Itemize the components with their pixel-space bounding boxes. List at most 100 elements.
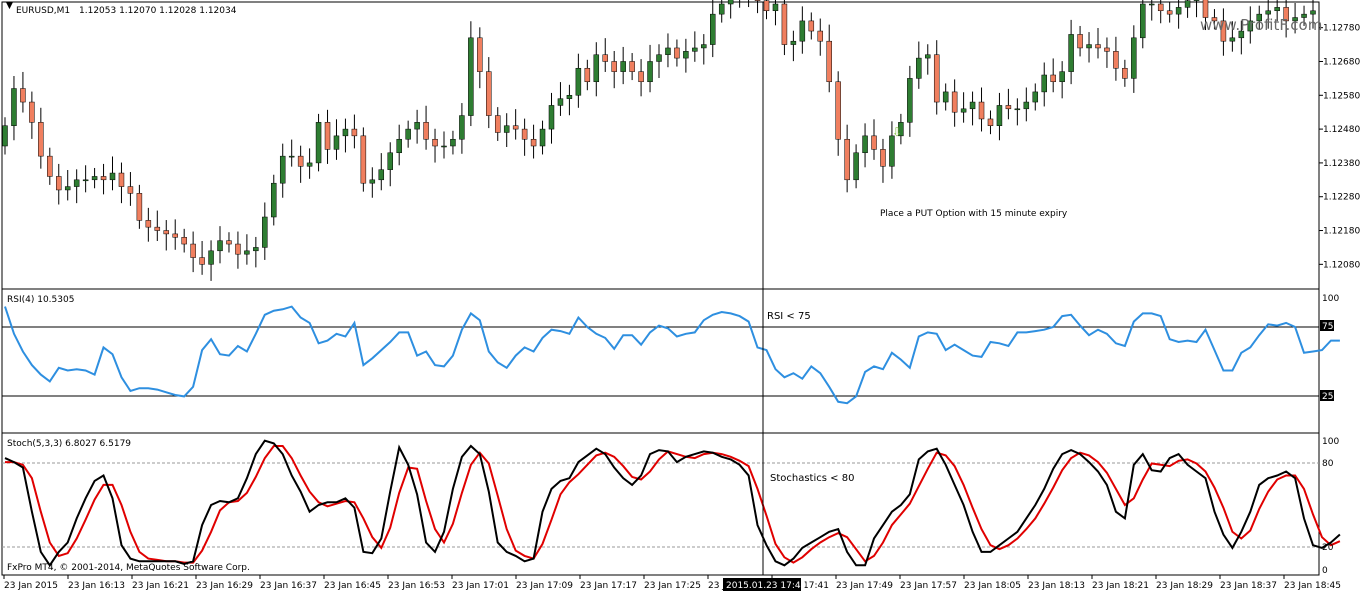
bear-candle xyxy=(674,47,680,59)
bull-candle xyxy=(1193,0,1200,1)
bull-candle xyxy=(315,122,322,164)
bull-candle xyxy=(253,247,259,252)
bear-candle xyxy=(602,54,608,62)
bear-candle xyxy=(1050,74,1056,83)
time-tick-label: 23 Jan 16:45 xyxy=(324,581,381,591)
bear-candle xyxy=(1005,105,1012,110)
bull-candle xyxy=(1148,3,1155,6)
bull-candle xyxy=(1310,10,1316,15)
bull-candle xyxy=(853,152,859,181)
bull-candle xyxy=(593,54,600,83)
price-tick-label: 1.12280 xyxy=(1323,193,1360,203)
bull-candle xyxy=(656,54,662,62)
stoch-tick-100: 100 xyxy=(1322,437,1339,447)
bull-candle xyxy=(1023,101,1030,110)
bull-candle xyxy=(1131,37,1137,79)
bear-candle xyxy=(835,81,841,140)
time-tick-label: 23 Jan 18:45 xyxy=(1284,581,1341,591)
rsi-tick-25: 25 xyxy=(1322,392,1333,402)
rsi-tick-75: 75 xyxy=(1322,322,1333,332)
bear-candle xyxy=(297,155,304,167)
bear-candle xyxy=(584,67,591,83)
bull-candle xyxy=(727,0,734,5)
time-tick-label: 23 Jan 18:37 xyxy=(1220,581,1277,591)
bull-candle xyxy=(91,176,98,181)
time-tick-label: 23 Jan 16:37 xyxy=(260,581,317,591)
bull-candle xyxy=(73,179,80,187)
bull-candle xyxy=(907,78,913,123)
bull-candle xyxy=(208,250,214,265)
bull-candle xyxy=(548,105,555,130)
bull-candle xyxy=(1229,37,1236,42)
bull-candle xyxy=(1014,108,1021,111)
bear-candle xyxy=(871,135,877,150)
bull-candle xyxy=(557,98,564,106)
time-tick-label: 23 Jan 16:13 xyxy=(68,581,125,591)
bear-candle xyxy=(521,128,528,140)
bear-candle xyxy=(423,122,429,140)
bear-candle xyxy=(1077,34,1083,49)
bull-candle xyxy=(772,3,779,12)
bull-candle xyxy=(710,13,716,45)
price-tick-label: 1.12680 xyxy=(1323,57,1360,67)
bull-candle xyxy=(1274,7,1280,12)
bear-candle xyxy=(29,101,35,123)
bull-candle xyxy=(575,67,582,96)
bull-candle xyxy=(1265,10,1271,15)
bear-candle xyxy=(808,20,815,32)
rsi-tick-100: 100 xyxy=(1322,294,1339,304)
bear-candle xyxy=(1166,10,1173,15)
bull-candle xyxy=(306,162,313,167)
trading-chart[interactable]: 1.12780 1.12680 1.12580 1.12480 1.12380 1.122… xyxy=(0,0,1362,594)
bull-candle xyxy=(288,155,295,158)
down-arrow-icon: ⇩ xyxy=(892,125,902,139)
bear-candle xyxy=(118,172,125,187)
bull-candle xyxy=(396,138,402,154)
bear-candle xyxy=(826,40,832,83)
bear-candle xyxy=(172,233,178,238)
bear-candle xyxy=(127,186,134,194)
price-axis: 1.12780 1.12680 1.12580 1.12480 1.12380 1.122… xyxy=(1319,24,1360,270)
bull-candle xyxy=(468,37,474,116)
time-tick-label: 23 Jan 17:49 xyxy=(836,581,893,591)
bull-candle xyxy=(459,115,465,140)
bear-candle xyxy=(47,155,53,177)
time-tick-label: 23 Jan 16:29 xyxy=(196,581,253,591)
bull-candle xyxy=(387,152,393,170)
price-tick-label: 1.12480 xyxy=(1323,125,1360,135)
bear-candle xyxy=(226,240,232,245)
bear-candle xyxy=(629,61,635,72)
bear-candle xyxy=(763,0,770,12)
bull-candle xyxy=(244,250,250,255)
bear-candle xyxy=(1113,51,1119,69)
bull-candle xyxy=(566,95,573,99)
bear-candle xyxy=(163,230,170,235)
collapse-arrow-icon[interactable]: ▼ xyxy=(6,1,13,11)
time-tick-label: 23 Jan 17:25 xyxy=(644,581,701,591)
bull-candle xyxy=(1068,34,1074,72)
bull-candle xyxy=(701,44,707,49)
time-tick-label: 23 Jan 17:57 xyxy=(900,581,957,591)
bear-candle xyxy=(987,118,994,126)
time-tick-label: 23 Jan 17:09 xyxy=(516,581,573,591)
bear-candle xyxy=(844,138,850,181)
bull-candle xyxy=(862,135,868,154)
bear-candle xyxy=(951,91,958,113)
bull-candle xyxy=(539,128,546,147)
bull-candle xyxy=(969,101,976,110)
price-panel[interactable] xyxy=(1,1,1320,290)
bull-candle xyxy=(790,40,797,45)
bear-candle xyxy=(512,125,519,130)
time-tick-label: 23 Jan 16:53 xyxy=(388,581,445,591)
bull-candle xyxy=(1175,7,1182,15)
bull-candle xyxy=(333,135,340,150)
bull-candle xyxy=(1184,0,1191,8)
time-tick-label: 23 Jan 16:21 xyxy=(132,581,189,591)
bull-candle xyxy=(414,122,420,130)
copyright-text: FxPro MT4, © 2001-2014, MetaQuotes Softw… xyxy=(7,563,250,573)
stoch-tick-80: 80 xyxy=(1322,459,1334,469)
bear-candle xyxy=(190,243,196,258)
bull-candle xyxy=(665,47,671,55)
bear-candle xyxy=(38,122,44,157)
bear-candle xyxy=(477,37,483,72)
